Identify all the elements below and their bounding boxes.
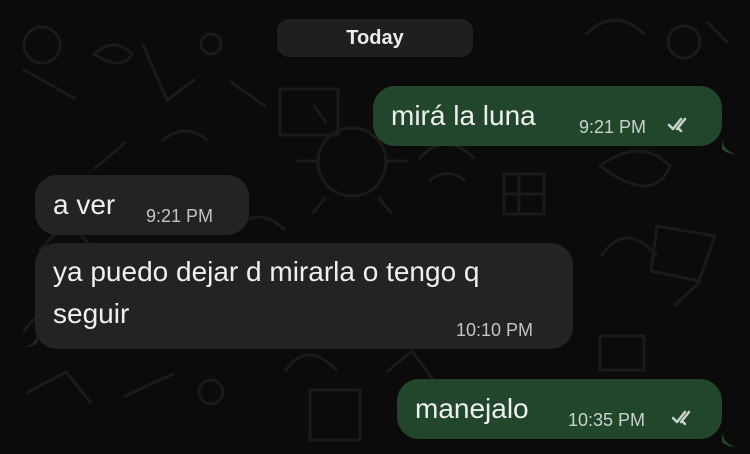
double-check-icon [671,410,691,426]
message-time: 9:21 PM [146,206,214,226]
bubble-tail [722,139,736,154]
message-text: mirá la luna [391,100,536,131]
outgoing-message[interactable]: manejalo 10:35 PM [397,379,722,439]
bubble-tail [722,432,736,447]
message-time: 9:21 PM [579,117,647,137]
date-separator: Today [277,19,473,57]
message-time: 10:10 PM [456,320,534,340]
message-text: a ver [53,189,116,220]
message-text: ya puedo dejar d mirarla o tengo q segui… [53,256,480,329]
outgoing-message[interactable]: mirá la luna 9:21 PM [373,86,722,146]
incoming-message[interactable]: ya puedo dejar d mirarla o tengo q segui… [35,243,573,349]
bubble-tail [24,332,38,347]
message-text: manejalo [415,393,529,424]
incoming-message[interactable]: a ver 9:21 PM [35,175,249,235]
message-time: 10:35 PM [568,410,646,430]
double-check-icon [667,117,687,133]
